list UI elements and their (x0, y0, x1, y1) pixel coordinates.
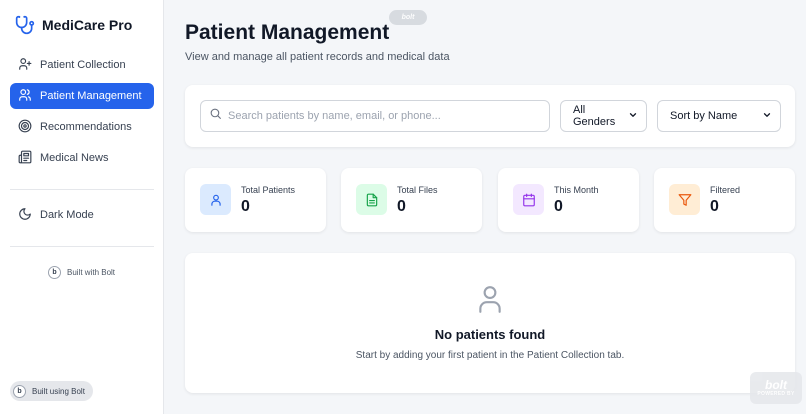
user-icon (477, 284, 503, 319)
sort-select-value: Sort by Name (670, 110, 738, 122)
filter-icon (669, 184, 700, 215)
built-with-bolt-link[interactable]: b Built with Bolt (48, 266, 115, 279)
sort-select[interactable]: Sort by Name (657, 100, 781, 132)
gender-select-value: All Genders (573, 104, 616, 128)
sidebar-divider (10, 246, 154, 247)
calendar-icon (513, 184, 544, 215)
sidebar-item-label: Medical News (40, 152, 109, 164)
chevron-down-icon (628, 110, 638, 123)
stethoscope-icon (14, 14, 36, 36)
chevron-down-icon (762, 110, 772, 123)
sidebar-item-label: Patient Management (40, 90, 142, 102)
sidebar-item-label: Patient Collection (40, 59, 126, 71)
built-using-bolt-badge[interactable]: b Built using Bolt (10, 381, 93, 401)
empty-state-text: Start by adding your first patient in th… (355, 350, 625, 361)
stat-label: This Month (554, 185, 599, 195)
sidebar-item-patient-collection[interactable]: Patient Collection (10, 52, 154, 78)
bolt-badge: bolt (389, 10, 427, 25)
built-with-label: Built with Bolt (67, 268, 116, 277)
sidebar-nav: Patient Collection Patient Management Re… (10, 52, 154, 176)
stat-label: Filtered (710, 185, 741, 195)
sidebar: MediCare Pro Patient Collection Patient … (0, 0, 164, 414)
file-text-icon (356, 184, 387, 215)
users-icon (18, 88, 32, 105)
search-icon (209, 107, 222, 125)
stat-card-total-files: Total Files 0 (341, 168, 482, 232)
stat-value: 0 (710, 198, 719, 215)
sidebar-item-patient-management[interactable]: Patient Management (10, 83, 154, 109)
brand[interactable]: MediCare Pro (14, 14, 132, 36)
app-name: MediCare Pro (42, 17, 133, 33)
stat-value: 0 (554, 198, 563, 215)
search-input[interactable] (228, 110, 538, 122)
page-title: Patient Management (185, 21, 390, 44)
sidebar-item-recommendations[interactable]: Recommendations (10, 114, 154, 140)
powered-by-bolt-badge[interactable]: bolt POWERED BY (750, 372, 802, 404)
built-using-label: Built using Bolt (32, 386, 85, 396)
dark-mode-button[interactable]: Dark Mode (10, 202, 154, 228)
stat-value: 0 (397, 198, 406, 215)
stat-card-this-month: This Month 0 (498, 168, 639, 232)
empty-state: No patients found Start by adding your f… (185, 253, 795, 393)
empty-state-title: No patients found (434, 327, 546, 342)
search-box[interactable] (200, 100, 550, 132)
gender-select[interactable]: All Genders (560, 100, 647, 132)
newspaper-icon (18, 150, 32, 167)
page-subtitle: View and manage all patient records and … (185, 51, 450, 63)
sidebar-item-medical-news[interactable]: Medical News (10, 145, 154, 171)
stat-card-filtered: Filtered 0 (654, 168, 795, 232)
user-plus-icon (18, 57, 32, 74)
stat-label: Total Files (397, 185, 438, 195)
sidebar-item-label: Recommendations (40, 121, 132, 133)
stat-label: Total Patients (241, 185, 296, 195)
target-icon (18, 119, 32, 136)
filter-bar: All Genders Sort by Name (185, 85, 795, 147)
user-icon (200, 184, 231, 215)
dark-mode-label: Dark Mode (40, 209, 94, 221)
dark-mode-toggle[interactable]: Dark Mode (10, 202, 154, 233)
main-content: Patient Management bolt View and manage … (164, 0, 806, 414)
stat-value: 0 (241, 198, 250, 215)
bolt-logo-icon: b (13, 384, 26, 398)
bolt-logo-icon: b (48, 266, 61, 279)
powered-by-label: POWERED BY (757, 391, 795, 397)
bolt-wordmark: bolt (765, 378, 787, 392)
stat-card-total-patients: Total Patients 0 (185, 168, 326, 232)
moon-icon (18, 207, 32, 224)
sidebar-divider (10, 189, 154, 190)
